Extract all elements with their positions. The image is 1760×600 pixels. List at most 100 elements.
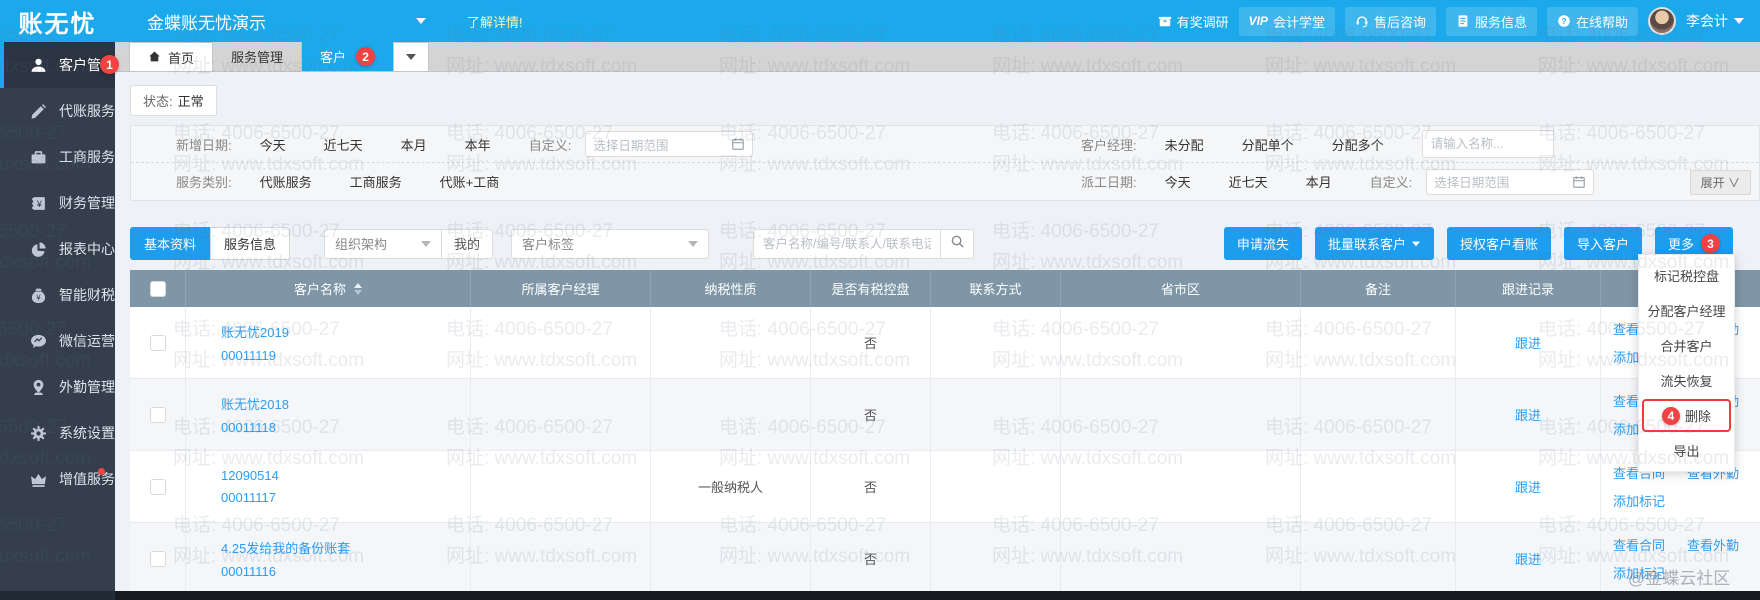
company-switch-caret-icon[interactable] bbox=[416, 18, 426, 24]
mine-button[interactable]: 我的 bbox=[442, 229, 493, 259]
sidebar-item-工商服务[interactable]: 工商服务 bbox=[0, 134, 115, 180]
column-header-纳税性质: 纳税性质 bbox=[650, 270, 810, 307]
filter-option-本月[interactable]: 本月 bbox=[1306, 172, 1332, 191]
follow-link[interactable]: 跟进 bbox=[1515, 549, 1541, 568]
topbar-item-服务信息[interactable]: 服务信息 bbox=[1446, 7, 1537, 36]
step-badge: 4 bbox=[1662, 407, 1680, 425]
expand-filters-button[interactable]: 展开 ∨ bbox=[1690, 170, 1751, 195]
filter-option-分配多个[interactable]: 分配多个 bbox=[1332, 135, 1384, 154]
sidebar-item-客户管理[interactable]: 客户管理1 bbox=[0, 42, 115, 88]
tab-首页[interactable]: 首页 bbox=[129, 42, 213, 71]
filter-label: 服务类别: bbox=[176, 172, 232, 191]
view-tab-服务信息[interactable]: 服务信息 bbox=[210, 227, 290, 260]
customer-tag-select[interactable]: 客户标签 bbox=[511, 229, 709, 259]
vip-label: VIP bbox=[1249, 14, 1268, 28]
tax-disk-cell: 否 bbox=[810, 523, 930, 594]
customer-code-link[interactable]: 00011117 bbox=[221, 490, 276, 505]
action-label: 更多 bbox=[1668, 234, 1694, 253]
user-avatar[interactable] bbox=[1648, 7, 1676, 35]
tab-服务管理[interactable]: 服务管理 bbox=[213, 42, 302, 71]
sidebar-item-智能财税[interactable]: ¥智能财税 bbox=[0, 272, 115, 318]
view-fieldwork-link[interactable]: 查看外勤 bbox=[1687, 535, 1739, 554]
region-cell bbox=[1060, 379, 1300, 450]
sort-icon[interactable] bbox=[354, 283, 362, 295]
sidebar-item-报表中心[interactable]: 报表中心 bbox=[0, 226, 115, 272]
row-checkbox[interactable] bbox=[150, 407, 166, 423]
customer-tag-value: 客户标签 bbox=[522, 234, 574, 253]
row-checkbox[interactable] bbox=[150, 335, 166, 351]
menu-item-删除[interactable]: 4删除 bbox=[1642, 399, 1731, 432]
action-button-申请流失[interactable]: 申请流失 bbox=[1224, 227, 1302, 260]
customer-search-input[interactable] bbox=[753, 229, 940, 259]
tab-label: 客户 bbox=[320, 47, 346, 66]
status-filter-chip[interactable]: 状态: 正常 bbox=[130, 85, 217, 116]
sidebar-item-外勤管理[interactable]: 外勤管理 bbox=[0, 364, 115, 410]
menu-item-标记税控盘[interactable]: 标记税控盘 bbox=[1639, 258, 1734, 293]
manager-name-input[interactable] bbox=[1422, 130, 1554, 158]
horizontal-scrollbar[interactable] bbox=[115, 591, 1760, 600]
org-structure-select[interactable]: 组织架构 bbox=[324, 229, 442, 259]
date-range-input[interactable]: 选择日期范围 bbox=[585, 131, 753, 157]
topbar-item-有奖调研[interactable]: 有奖调研 bbox=[1158, 12, 1229, 31]
menu-item-label: 流失恢复 bbox=[1660, 371, 1712, 390]
customer-name-link[interactable]: 账无忧2018 bbox=[221, 394, 289, 413]
filter-option-分配单个[interactable]: 分配单个 bbox=[1242, 135, 1294, 154]
filter-option-近七天[interactable]: 近七天 bbox=[1229, 172, 1268, 191]
customer-name-link[interactable]: 账无忧2019 bbox=[221, 322, 289, 341]
customer-code-link[interactable]: 00011119 bbox=[221, 348, 276, 363]
menu-item-分配客户经理[interactable]: 分配客户经理 bbox=[1639, 293, 1734, 328]
tab-dropdown[interactable] bbox=[393, 42, 429, 71]
customer-code-link[interactable]: 00011116 bbox=[221, 564, 276, 579]
sidebar-item-微信运营[interactable]: 微信运营 bbox=[0, 318, 115, 364]
menu-item-流失恢复[interactable]: 流失恢复 bbox=[1639, 363, 1734, 398]
row-checkbox[interactable] bbox=[150, 551, 166, 567]
search-button[interactable] bbox=[940, 229, 974, 259]
menu-item-导出[interactable]: 导出 bbox=[1639, 433, 1734, 468]
sidebar-item-增值服务[interactable]: 增值服务 bbox=[0, 456, 115, 502]
date-range-input[interactable]: 选择日期范围 bbox=[1426, 169, 1594, 195]
filter-option-本月[interactable]: 本月 bbox=[401, 135, 427, 154]
sidebar-item-财务管理[interactable]: ¥财务管理 bbox=[0, 180, 115, 226]
status-row: 状态: 正常 bbox=[115, 72, 1760, 116]
customer-code-link[interactable]: 00011118 bbox=[221, 420, 276, 435]
sidebar-item-系统设置[interactable]: 系统设置 bbox=[0, 410, 115, 456]
filter-option-代账服务[interactable]: 代账服务 bbox=[260, 172, 312, 191]
filter-option-工商服务[interactable]: 工商服务 bbox=[350, 172, 402, 191]
topbar-item-在线帮助[interactable]: ?在线帮助 bbox=[1547, 7, 1638, 36]
tab-客户[interactable]: 客户2 bbox=[302, 42, 393, 71]
user-name: 李会计 bbox=[1686, 11, 1728, 31]
action-button-导入客户[interactable]: 导入客户 bbox=[1564, 227, 1642, 260]
tax-type-cell bbox=[650, 307, 810, 378]
status-value: 正常 bbox=[178, 91, 204, 110]
filter-option-未分配[interactable]: 未分配 bbox=[1165, 135, 1204, 154]
user-menu[interactable]: 李会计 bbox=[1686, 11, 1744, 31]
customer-name-link[interactable]: 4.25发给我的备份账套 bbox=[221, 538, 350, 557]
sidebar-item-代账服务[interactable]: 代账服务 bbox=[0, 88, 115, 134]
filter-option-近七天[interactable]: 近七天 bbox=[324, 135, 363, 154]
view-contract-link[interactable]: 查看合同 bbox=[1613, 535, 1665, 554]
table-header: 客户名称所属客户经理纳税性质是否有税控盘联系方式省市区备注跟进记录 bbox=[130, 270, 1760, 307]
filter-option-今天[interactable]: 今天 bbox=[1165, 172, 1191, 191]
follow-link[interactable]: 跟进 bbox=[1515, 405, 1541, 424]
customer-name-link[interactable]: 12090514 bbox=[221, 468, 279, 483]
filter-option-本年[interactable]: 本年 bbox=[465, 135, 491, 154]
company-title: 金蝶账无忧演示 bbox=[147, 9, 266, 34]
action-button-授权客户看账[interactable]: 授权客户看账 bbox=[1447, 227, 1551, 260]
app-logo: 账无忧 bbox=[0, 4, 115, 39]
action-button-批量联系客户[interactable]: 批量联系客户 bbox=[1315, 227, 1434, 260]
filter-option-代账+工商[interactable]: 代账+工商 bbox=[440, 172, 500, 191]
topbar-item-会计学堂[interactable]: VIP会计学堂 bbox=[1239, 7, 1335, 36]
menu-item-合并客户[interactable]: 合并客户 bbox=[1639, 328, 1734, 363]
row-checkbox[interactable] bbox=[150, 479, 166, 495]
select-all-checkbox[interactable] bbox=[150, 281, 166, 297]
filter-option-今天[interactable]: 今天 bbox=[260, 135, 286, 154]
topbar-item-售后咨询[interactable]: 售后咨询 bbox=[1345, 7, 1436, 36]
add-mark-link[interactable]: 添加标记 bbox=[1613, 491, 1665, 510]
contact-cell bbox=[930, 451, 1060, 522]
view-tab-基本资料[interactable]: 基本资料 bbox=[130, 227, 210, 260]
follow-link[interactable]: 跟进 bbox=[1515, 333, 1541, 352]
table-row: 4.25发给我的备份账套00011116否跟进查看合同查看外勤添加标记 bbox=[130, 523, 1760, 595]
tax-type-cell: 一般纳税人 bbox=[650, 451, 810, 522]
promo-link[interactable]: 了解详情! bbox=[448, 12, 523, 31]
follow-link[interactable]: 跟进 bbox=[1515, 477, 1541, 496]
